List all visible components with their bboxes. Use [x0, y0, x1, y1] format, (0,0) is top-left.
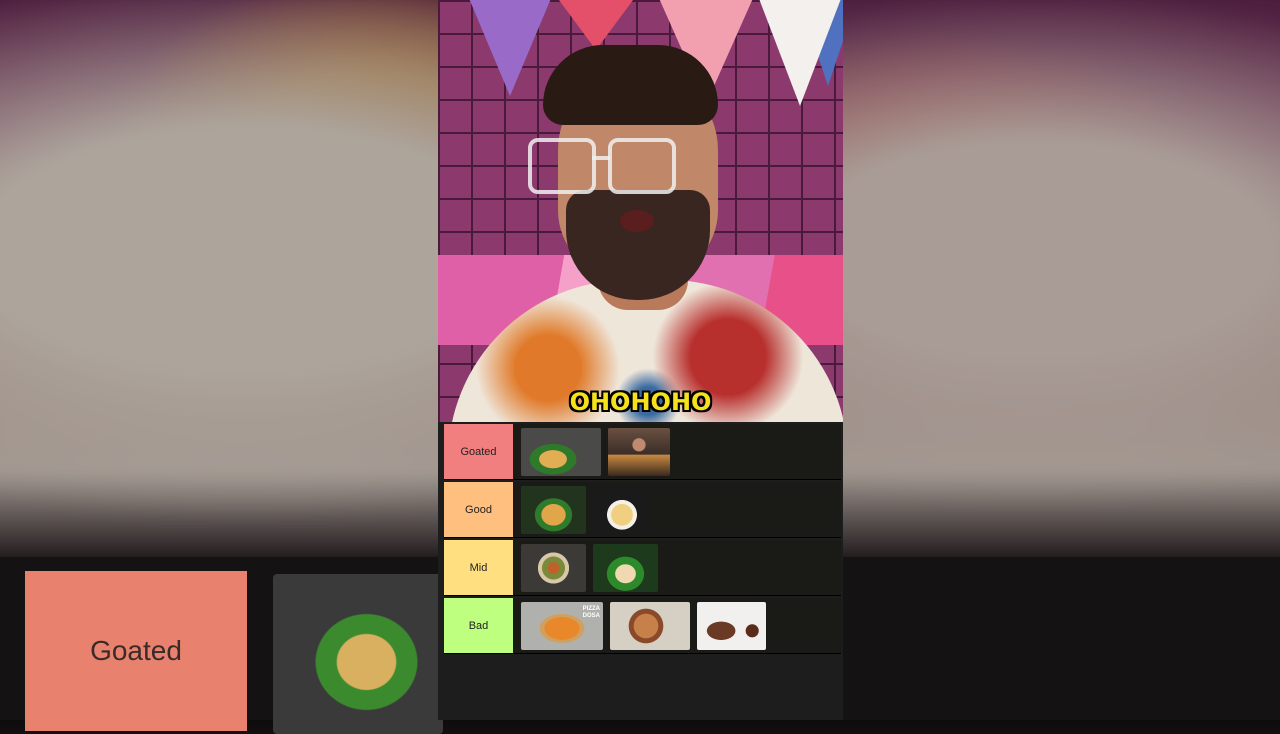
tier-items	[513, 424, 670, 479]
cheese-dosa-thumb[interactable]	[593, 485, 651, 534]
tier-items	[513, 482, 651, 537]
background-dosa-thumb	[273, 574, 443, 734]
video-area[interactable]	[438, 0, 843, 422]
bunting-flag	[468, 0, 552, 96]
chocolate-dosa-thumb[interactable]	[697, 601, 766, 650]
loaded-dosa-thumb[interactable]	[521, 543, 586, 592]
glasses-bridge	[592, 156, 610, 160]
person-cooking-thumb[interactable]	[608, 427, 670, 476]
presenter-hair	[543, 45, 718, 125]
video-frame[interactable]: OHOHOHO Goated Good Mid Bad PIZZA DOSA	[438, 0, 843, 720]
masala-dosa-thumb[interactable]	[521, 427, 601, 476]
tier-row-good: Good	[444, 482, 841, 538]
tier-label[interactable]: Mid	[444, 540, 513, 595]
tier-row-goated: Goated	[444, 424, 841, 480]
bunting-flag	[758, 0, 842, 106]
background-tier-label: Goated	[25, 571, 247, 731]
tier-row-mid: Mid	[444, 540, 841, 596]
tier-label[interactable]: Bad	[444, 598, 513, 653]
tier-label[interactable]: Good	[444, 482, 513, 537]
tier-label[interactable]: Goated	[444, 424, 513, 479]
tier-items	[513, 540, 658, 595]
presenter-mouth	[620, 210, 654, 232]
bunting-flag	[556, 0, 636, 50]
tier-list: Goated Good Mid Bad PIZZA DOSA	[444, 424, 841, 656]
caption-subtitle: OHOHOHO	[569, 388, 712, 416]
thumb-overlay-text: PIZZA DOSA	[582, 605, 600, 619]
tier-row-bad: Bad PIZZA DOSA	[444, 598, 841, 654]
pizza-dosa-thumb[interactable]: PIZZA DOSA	[521, 601, 603, 650]
glasses-right-lens	[608, 138, 676, 194]
uttapam-leaf-thumb[interactable]	[593, 543, 658, 592]
glasses-left-lens	[528, 138, 596, 194]
tier-items: PIZZA DOSA	[513, 598, 766, 653]
dosa-chutney-thumb[interactable]	[521, 485, 586, 534]
noodle-dosa-thumb[interactable]	[610, 601, 690, 650]
